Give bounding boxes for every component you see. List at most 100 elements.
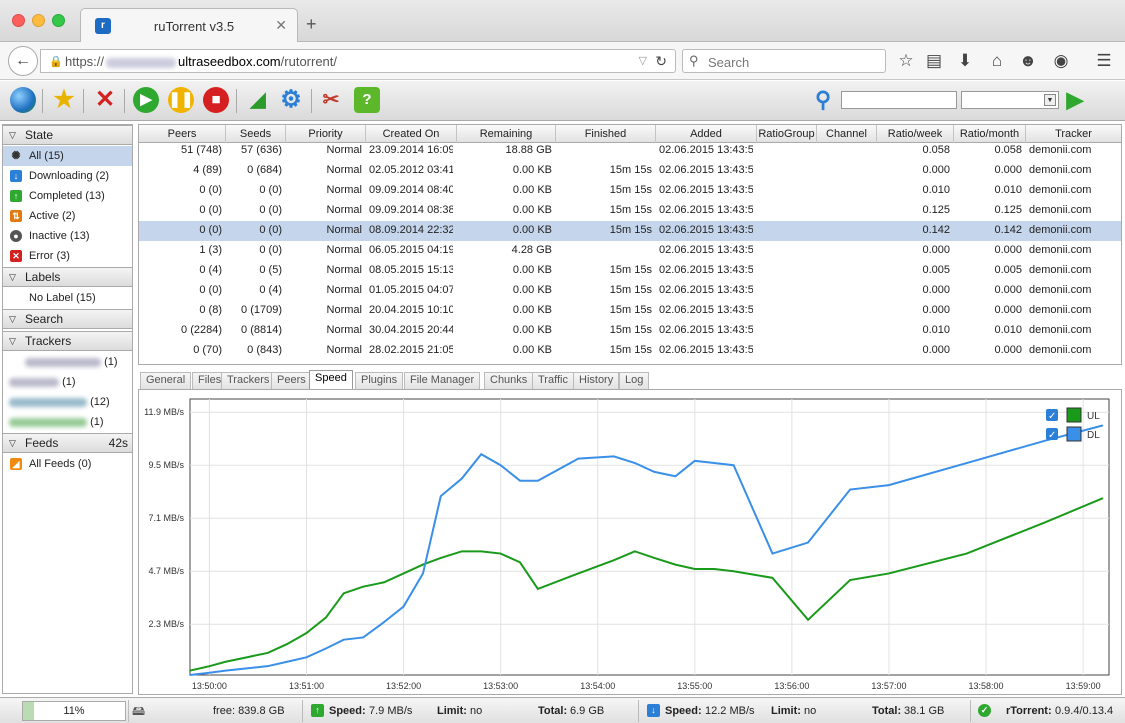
state-item-downloading[interactable]: ↓ Downloading (2): [3, 166, 132, 186]
label-item-no-label[interactable]: No Label (15): [3, 288, 132, 308]
table-cell: 30.04.2015 20:44:5: [369, 324, 453, 336]
data-point-dl: [634, 462, 636, 464]
dl-speed-label: Speed:: [665, 705, 702, 717]
category-trackers-header[interactable]: ▽ Trackers: [3, 331, 132, 351]
tracker-item[interactable]: (12): [3, 392, 132, 412]
tab-log[interactable]: Log: [619, 372, 650, 389]
table-row[interactable]: 0 (0) 0 (4) Normal 01.05.2015 04:07:2 0.00 K…: [139, 281, 1121, 301]
ul-limit-value[interactable]: no: [470, 698, 482, 723]
table-row[interactable]: 4 (89) 0 (684) Normal 02.05.2012 03:41:5 0.0…: [139, 161, 1121, 181]
tracker-item[interactable]: (1): [3, 412, 132, 432]
tab-traffic[interactable]: Traffic: [532, 372, 574, 389]
disk-icon: 🖴: [132, 703, 146, 718]
pause-icon[interactable]: ❚❚: [168, 87, 194, 113]
minimize-window-button[interactable]: [32, 14, 45, 27]
tools-icon[interactable]: ✂: [318, 87, 344, 113]
table-cell: 0.00 KB: [512, 224, 552, 236]
stop-icon[interactable]: ■: [203, 87, 229, 113]
table-row[interactable]: 51 (748) 57 (636) Normal 23.09.2014 16:09:2…: [139, 141, 1121, 161]
tracker-item[interactable]: (1): [3, 352, 132, 372]
data-point-ul: [694, 568, 696, 570]
browser-search-input[interactable]: ⚲ Search: [682, 49, 886, 73]
category-search-header[interactable]: ▽ Search: [3, 309, 132, 329]
data-point-dl: [422, 572, 424, 575]
table-row[interactable]: 1 (3) 0 (0) Normal 06.05.2015 04:19:5 4.28 G…: [139, 241, 1121, 261]
table-cell: 0.058: [922, 144, 950, 156]
table-row[interactable]: 0 (0) 0 (0) Normal 09.09.2014 08:40:4 0.00 K…: [139, 181, 1121, 201]
table-cell: [817, 141, 873, 161]
table-row[interactable]: 0 (8) 0 (1709) Normal 20.04.2015 10:10:4 0.0…: [139, 301, 1121, 321]
legend-check-icon: ✓: [1048, 430, 1056, 441]
tab-speed[interactable]: Speed: [309, 370, 353, 390]
tab-file-manager[interactable]: File Manager: [404, 372, 481, 389]
help-icon[interactable]: ?: [354, 87, 380, 113]
downloads-icon[interactable]: ⬇: [954, 51, 976, 71]
start-icon[interactable]: ▶: [133, 87, 159, 113]
tab-peers[interactable]: Peers: [271, 372, 312, 389]
remove-torrent-icon[interactable]: ✕: [92, 87, 118, 113]
ul-total-label: Total:: [538, 705, 568, 717]
table-cell: demonii.com: [1029, 304, 1092, 316]
y-tick-label: 9.5 MB/s: [148, 460, 184, 470]
browser-tab[interactable]: r ruTorrent v3.5 ✕: [80, 8, 298, 42]
tracker-item[interactable]: (1): [3, 372, 132, 392]
state-item-completed[interactable]: ↑ Completed (13): [3, 186, 132, 206]
add-torrent-globe-icon[interactable]: [10, 87, 36, 113]
category-state-header[interactable]: ▽ State: [3, 125, 132, 145]
table-cell: 51 (748): [181, 144, 222, 156]
rss-icon[interactable]: ◢: [245, 87, 271, 113]
table-row[interactable]: 0 (0) 0 (0) Normal 09.09.2014 08:38:2 0.00 K…: [139, 201, 1121, 221]
close-window-button[interactable]: [12, 14, 25, 27]
reading-list-icon[interactable]: ▤: [923, 51, 945, 71]
category-labels-header[interactable]: ▽ Labels: [3, 267, 132, 287]
tab-plugins[interactable]: Plugins: [355, 372, 404, 389]
tab-chunks[interactable]: Chunks: [484, 372, 534, 389]
data-point-dl: [305, 656, 308, 659]
search-engine-select[interactable]: ▼: [961, 91, 1059, 109]
active-icon: ⇅: [10, 210, 22, 222]
table-row[interactable]: 0 (2284) 0 (8814) Normal 30.04.2015 20:44:5…: [139, 321, 1121, 341]
new-tab-button[interactable]: +: [306, 14, 317, 35]
table-row[interactable]: 0 (70) 0 (843) Normal 28.02.2015 21:05:1 0.0…: [139, 341, 1121, 361]
table-cell: 02.06.2015 13:43:5: [659, 304, 753, 316]
close-tab-icon[interactable]: ✕: [275, 17, 287, 34]
state-item-error[interactable]: ✕ Error (3): [3, 246, 132, 266]
add-url-star-icon[interactable]: ★: [51, 87, 77, 113]
settings-gear-icon[interactable]: ⚙: [278, 87, 304, 113]
dl-limit-value[interactable]: no: [804, 698, 816, 723]
search-go-icon[interactable]: ▶: [1062, 87, 1088, 113]
hello-icon[interactable]: ☻: [1017, 51, 1039, 71]
category-feeds-header[interactable]: ▽ Feeds 42s: [3, 433, 132, 453]
data-point-ul: [849, 579, 851, 581]
data-point-dl: [461, 477, 463, 480]
state-item-all[interactable]: ✺ All (15): [3, 146, 132, 166]
table-cell: Normal: [326, 204, 362, 216]
table-cell: 0.000: [994, 244, 1022, 256]
table-cell: Normal: [326, 164, 362, 176]
reload-icon[interactable]: ↻: [655, 53, 667, 70]
url-dropdown-icon[interactable]: ▽: [639, 54, 647, 67]
home-icon[interactable]: ⌂: [986, 51, 1008, 71]
y-tick-label: 4.7 MB/s: [148, 566, 184, 576]
state-item-inactive[interactable]: ● Inactive (13): [3, 226, 132, 246]
maximize-window-button[interactable]: [52, 14, 65, 27]
torrent-search-input[interactable]: [841, 91, 957, 109]
table-cell: 0 (4): [199, 264, 222, 276]
ul-limit-label[interactable]: Limit:: [437, 698, 467, 723]
menu-icon[interactable]: ☰: [1093, 51, 1115, 71]
feed-item-all[interactable]: ◢ All Feeds (0): [3, 454, 132, 474]
table-row[interactable]: 0 (0) 0 (0) Normal 08.09.2014 22:32:3 0.00 K…: [139, 221, 1121, 241]
pocket-icon[interactable]: ◉: [1050, 51, 1072, 71]
bookmark-star-icon[interactable]: ☆: [895, 51, 917, 71]
dl-limit-label[interactable]: Limit:: [771, 698, 801, 723]
tab-trackers[interactable]: Trackers: [221, 372, 276, 389]
search-magnifier-icon[interactable]: ⚲: [810, 87, 836, 113]
table-row[interactable]: 0 (4) 0 (5) Normal 08.05.2015 15:13:4 0.00 K…: [139, 261, 1121, 281]
url-bar[interactable]: 🔒 https://ultraseedbox.com/rutorrent/ ▽ …: [40, 49, 676, 73]
tab-history[interactable]: History: [573, 372, 620, 389]
back-button[interactable]: ←: [8, 46, 38, 76]
tab-general[interactable]: General: [140, 372, 192, 389]
table-cell: Normal: [326, 324, 362, 336]
table-cell: [817, 181, 873, 201]
state-item-active[interactable]: ⇅ Active (2): [3, 206, 132, 226]
